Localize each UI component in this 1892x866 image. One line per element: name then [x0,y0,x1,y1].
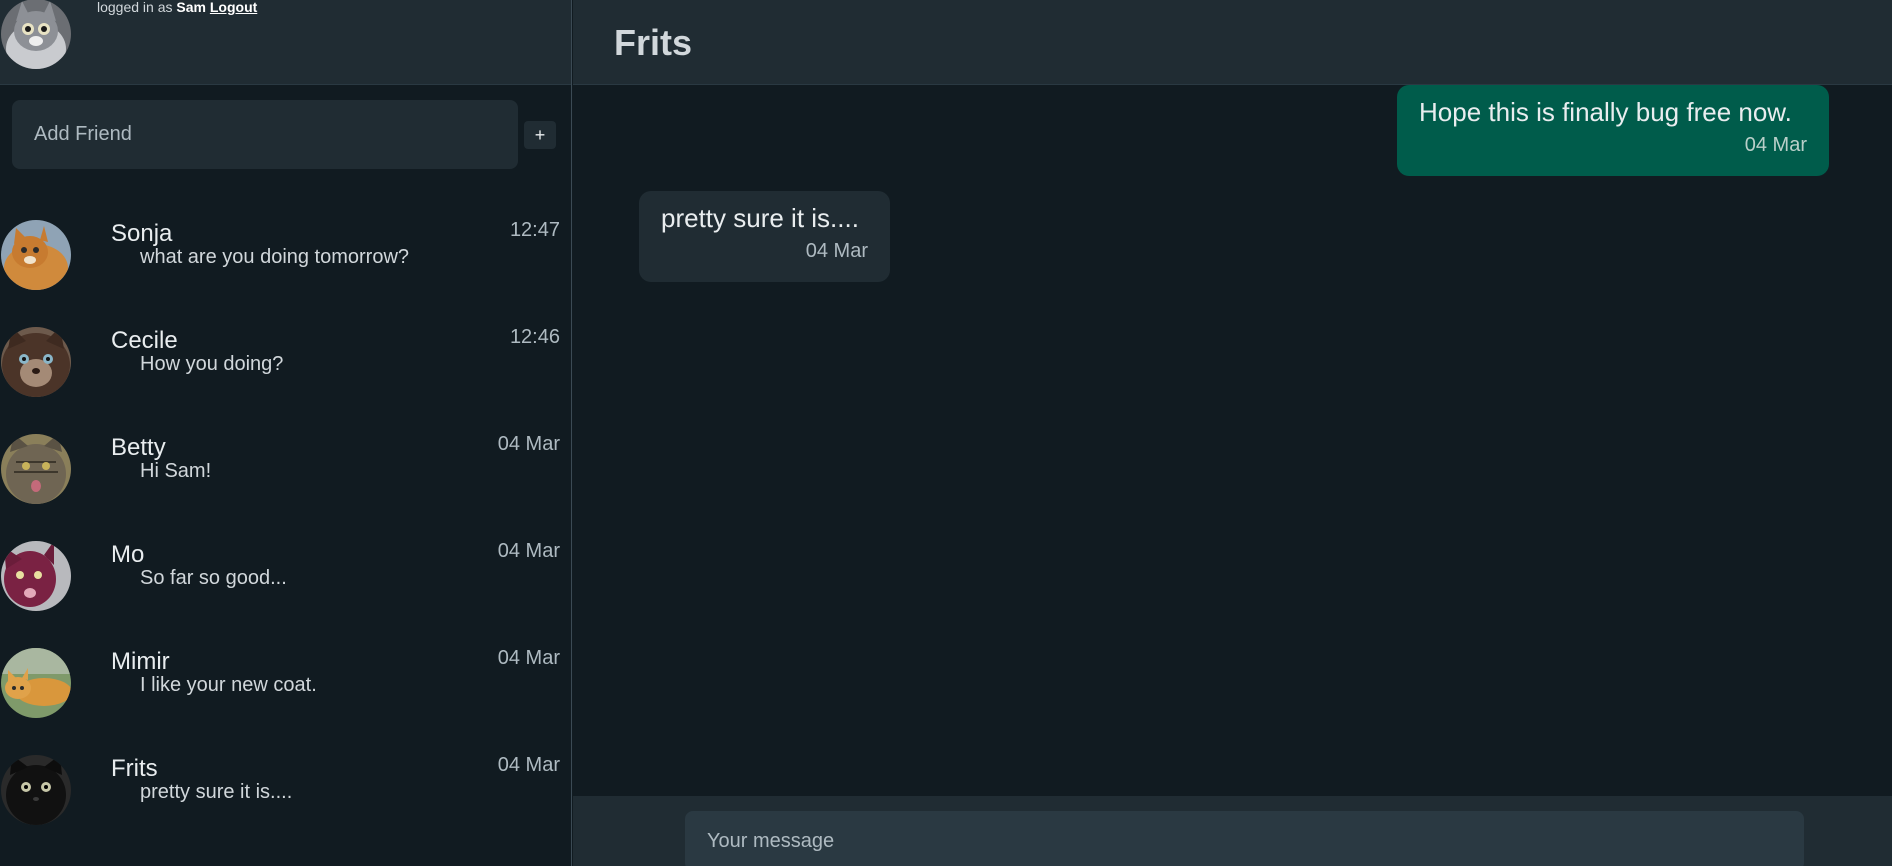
chat-app: logged in as Sam Logout + [0,0,1892,866]
contact-item[interactable]: Cecile How you doing? 12:46 [0,317,571,424]
contact-avatar [1,755,71,825]
contact-timestamp: 04 Mar [497,647,560,669]
logout-link[interactable]: Logout [210,0,257,15]
user-avatar[interactable] [0,0,72,71]
contact-timestamp: 12:46 [509,326,560,348]
message-date: 04 Mar [805,240,868,262]
contact-item[interactable]: Frits pretty sure it is.... 04 Mar [0,745,571,852]
chat-header: Frits [573,0,1892,85]
contact-last-message: I like your new coat. [140,674,317,696]
logged-in-prefix: logged in as [97,0,173,15]
contact-last-message: How you doing? [140,353,284,375]
message-date: 04 Mar [1744,134,1807,156]
chat-title: Frits [614,22,693,63]
contact-item[interactable]: Sonja what are you doing tomorrow? 12:47 [0,210,571,317]
contact-avatar [1,434,71,504]
contact-name: Cecile [111,327,178,354]
contact-last-message: So far so good... [140,567,287,589]
contact-item[interactable]: Mo So far so good... 04 Mar [0,531,571,638]
contact-name: Sonja [111,220,173,247]
contact-timestamp: 12:47 [509,219,560,241]
contact-name: Mo [111,541,145,568]
contact-avatar [1,648,71,718]
message-input[interactable] [685,811,1804,866]
contact-avatar [1,220,71,290]
message-text: pretty sure it is.... [661,203,859,233]
contact-name: Betty [111,434,166,461]
contact-last-message: pretty sure it is.... [140,781,293,803]
sidebar-header: logged in as Sam Logout [0,0,571,85]
message-bubble-outgoing: Hope this is finally bug free now. 04 Ma… [1397,85,1829,176]
contact-timestamp: 04 Mar [497,754,560,776]
message-text: Hope this is finally bug free now. [1419,97,1792,127]
contact-list: Sonja what are you doing tomorrow? 12:47 [0,210,571,852]
contact-name: Frits [111,755,158,782]
username: Sam [176,0,206,15]
contact-last-message: Hi Sam! [140,460,212,482]
contact-last-message: what are you doing tomorrow? [140,246,410,268]
add-friend-button[interactable]: + [524,121,556,149]
sidebar: logged in as Sam Logout + [0,0,572,866]
contact-name: Mimir [111,648,170,675]
contact-timestamp: 04 Mar [497,540,560,562]
login-status: logged in as Sam Logout [97,0,257,15]
contact-item[interactable]: Betty Hi Sam! 04 Mar [0,424,571,531]
chat-pane: Frits Hope this is finally bug free now.… [573,0,1892,866]
add-friend-input[interactable] [12,100,518,169]
contact-item[interactable]: Mimir I like your new coat. 04 Mar [0,638,571,745]
compose-bar [573,796,1892,866]
message-bubble-incoming: pretty sure it is.... 04 Mar [639,191,890,282]
contact-avatar [1,541,71,611]
contact-timestamp: 04 Mar [497,433,560,455]
contact-avatar [1,327,71,397]
